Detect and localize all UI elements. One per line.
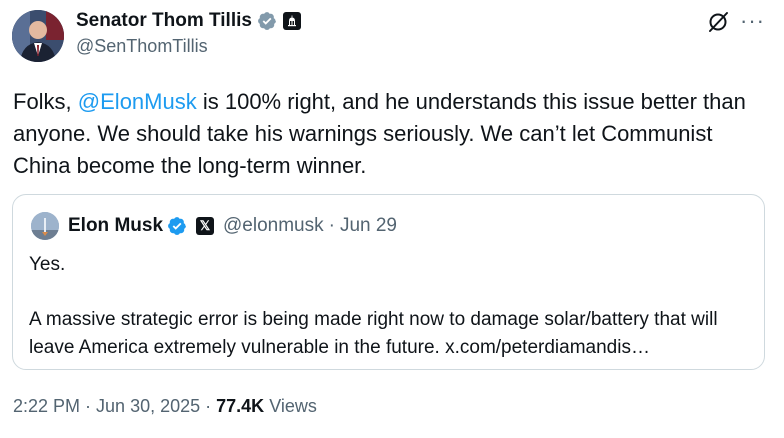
verified-badge-icon [258,12,276,30]
quoted-text-body: A massive strategic error is being made … [29,309,718,358]
quoted-author-handle[interactable]: @elonmusk [223,215,324,237]
quoted-text: Yes. A massive strategic error is being … [29,251,754,362]
tweet-time[interactable]: 2:22 PM [13,396,80,417]
separator-dot: · [328,215,335,236]
author-name[interactable]: Senator Thom Tillis [76,10,252,32]
quoted-date[interactable]: Jun 29 [340,215,397,237]
separator-dot: · [205,396,212,416]
quoted-header: Elon Musk 𝕏 @elonmusk · Jun 29 [68,213,397,239]
grok-icon[interactable] [706,10,730,34]
author-avatar[interactable] [12,10,64,62]
x-affiliation-icon: 𝕏 [196,217,215,235]
mention-link[interactable]: @ElonMusk [78,89,197,114]
quoted-author-avatar[interactable] [31,212,59,240]
separator-dot: · [85,396,92,416]
tweet-date[interactable]: Jun 30, 2025 [96,396,200,417]
capitol-badge-icon [282,12,301,30]
more-options-icon[interactable]: ··· [740,8,765,34]
author-handle[interactable]: @SenThomTillis [76,36,208,57]
quoted-tweet-card[interactable]: Elon Musk 𝕏 @elonmusk · Jun 29 Yes. A ma… [12,194,765,370]
views-count: 77.4K [216,396,265,416]
verified-blue-icon [168,217,186,235]
tweet-text-before: Folks, [13,89,78,114]
tweet-metadata: 2:22 PM · Jun 30, 2025 · 77.4K Views [13,396,317,417]
quoted-text-line1: Yes. [29,254,66,275]
tweet-text: Folks, @ElonMusk is 100% right, and he u… [13,86,773,182]
views-label: Views [269,396,317,416]
author-name-row: Senator Thom Tillis [76,8,301,34]
quoted-author-name[interactable]: Elon Musk [68,215,163,237]
